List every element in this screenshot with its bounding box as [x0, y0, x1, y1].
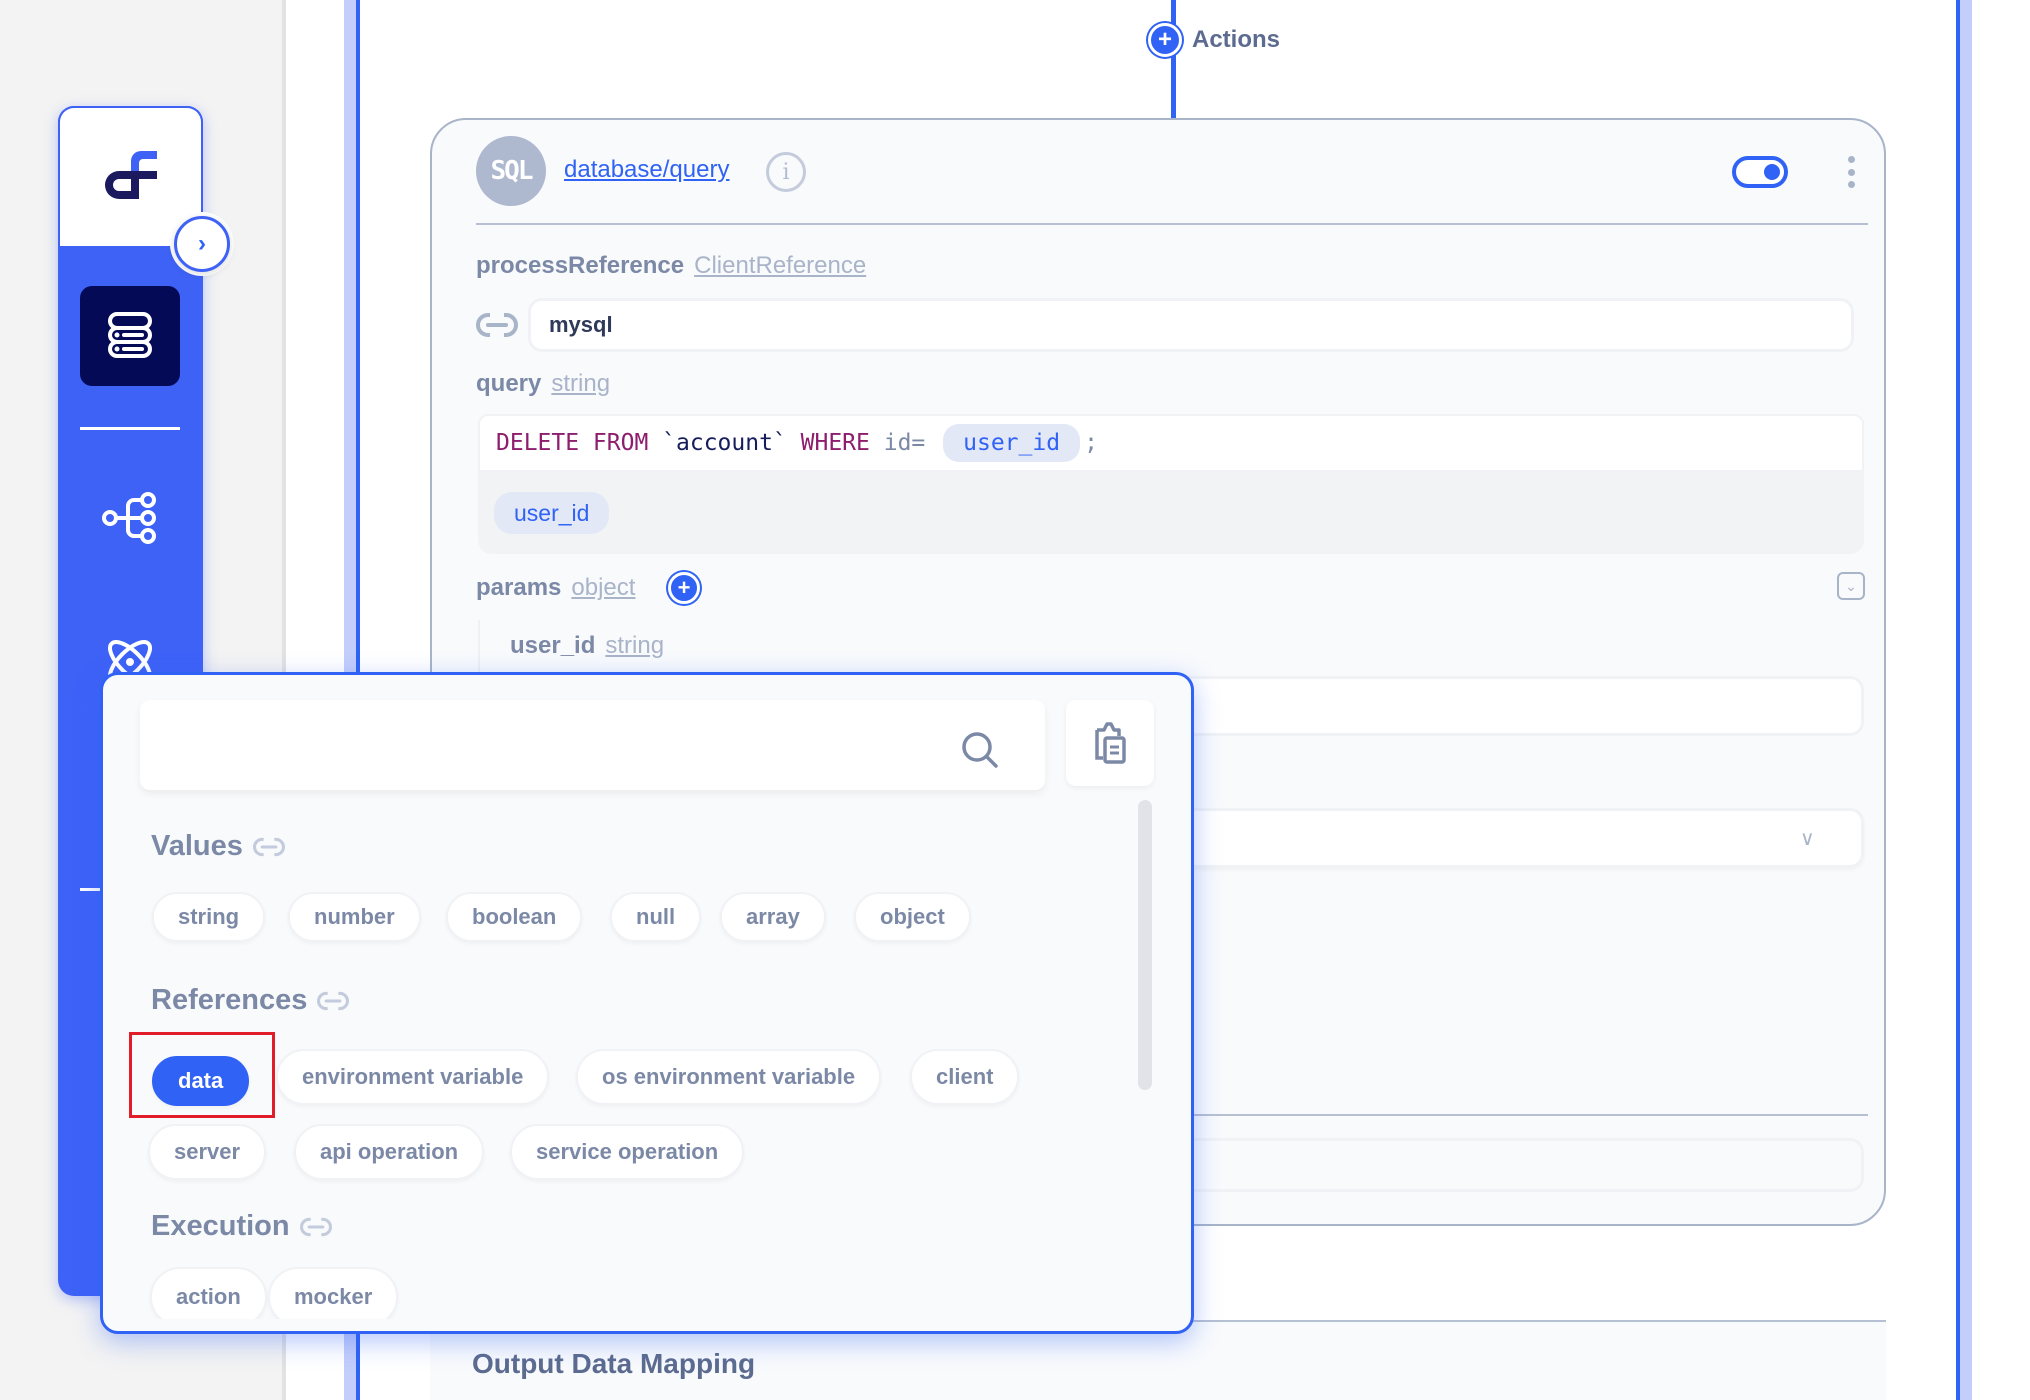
- picker-scrollbar[interactable]: [1138, 800, 1152, 1090]
- chip-action[interactable]: action: [150, 1267, 267, 1319]
- actions-label: Actions: [1192, 26, 1281, 53]
- field-type-link[interactable]: string: [551, 370, 610, 398]
- code-token: ;: [1084, 430, 1098, 456]
- process-reference-input[interactable]: mysql: [528, 298, 1854, 352]
- code-token: `account`: [662, 430, 787, 456]
- chip-environment-variable[interactable]: environment variable: [276, 1049, 550, 1105]
- user-id-label-row: user_id string: [510, 632, 664, 660]
- canvas-rail-right: [1960, 0, 1972, 1400]
- variable-token-chip[interactable]: user_id: [943, 424, 1081, 462]
- sql-badge-icon: SQL: [476, 136, 546, 206]
- link-icon: [317, 990, 350, 1011]
- code-token: id=: [883, 430, 940, 456]
- link-icon: [299, 1216, 332, 1237]
- query-label-row: query string: [476, 370, 610, 398]
- chip-number[interactable]: number: [288, 892, 421, 942]
- info-icon[interactable]: i: [766, 152, 806, 192]
- process-reference-label-row: processReference ClientReference: [476, 252, 866, 280]
- flow-tree-icon: [102, 492, 156, 544]
- chip-mocker[interactable]: mocker: [268, 1267, 399, 1319]
- collapse-chevron-icon[interactable]: ⌄: [1837, 572, 1865, 600]
- toggle-knob: [1764, 164, 1780, 180]
- app-logo-icon: [104, 151, 157, 199]
- chip-null[interactable]: null: [610, 892, 702, 942]
- chip-service-operation[interactable]: service operation: [510, 1124, 745, 1180]
- field-type-link[interactable]: string: [605, 632, 664, 660]
- add-action-button[interactable]: + Actions: [1148, 22, 1280, 58]
- expand-sidebar-button[interactable]: ›: [174, 216, 230, 272]
- chip-server[interactable]: server: [148, 1124, 267, 1180]
- execution-chips-clip: action mocker: [100, 1260, 1194, 1319]
- params-label-row: params object: [476, 574, 635, 602]
- query-variable-tray: [478, 472, 1864, 554]
- chip-array[interactable]: array: [720, 892, 826, 942]
- chip-client[interactable]: client: [910, 1049, 1020, 1105]
- right-margin: [1972, 0, 2030, 1400]
- database-icon: [108, 312, 152, 358]
- paste-button[interactable]: [1066, 700, 1154, 786]
- link-icon[interactable]: [476, 312, 518, 338]
- chip-boolean[interactable]: boolean: [446, 892, 583, 942]
- more-options-icon[interactable]: [1846, 156, 1856, 188]
- card-header-divider: [476, 223, 1868, 225]
- flow-connector-line: [1171, 0, 1176, 120]
- chip-string[interactable]: string: [152, 892, 266, 942]
- search-icon[interactable]: [960, 730, 1000, 770]
- field-label: query: [476, 370, 542, 397]
- plus-icon: +: [1148, 23, 1182, 57]
- variable-suggestion-chip[interactable]: user_id: [494, 492, 610, 534]
- action-title-link[interactable]: database/query: [564, 156, 729, 184]
- field-label: params: [476, 574, 562, 601]
- section-title-values: Values: [151, 830, 285, 863]
- section-title-label: Execution: [151, 1210, 290, 1242]
- chip-api-operation[interactable]: api operation: [294, 1124, 485, 1180]
- field-label: user_id: [510, 632, 596, 659]
- sidebar-separator: [80, 888, 100, 891]
- code-token: WHERE: [786, 430, 884, 456]
- sidebar-item-database[interactable]: [80, 286, 180, 386]
- sidebar-item-flows[interactable]: [100, 488, 160, 548]
- field-type-link[interactable]: object: [571, 574, 635, 602]
- clipboard-icon: [1095, 722, 1126, 764]
- add-param-button[interactable]: +: [668, 572, 700, 604]
- field-type-link[interactable]: ClientReference: [694, 252, 866, 280]
- query-code-editor[interactable]: DELETE FROM `account` WHERE id= user_id;: [478, 414, 1864, 472]
- action-enabled-toggle[interactable]: [1732, 156, 1788, 188]
- code-token: DELETE FROM: [496, 430, 663, 456]
- section-title-label: Values: [151, 830, 243, 862]
- picker-search-field[interactable]: [140, 700, 1045, 790]
- section-title-label: References: [151, 984, 308, 1016]
- sidebar-separator: [80, 427, 180, 430]
- chevron-down-icon: ∨: [1800, 828, 1815, 850]
- chip-os-environment-variable[interactable]: os environment variable: [576, 1049, 882, 1105]
- highlight-annotation-box: [129, 1032, 275, 1118]
- section-title-execution: Execution: [151, 1210, 332, 1243]
- output-data-mapping-title: Output Data Mapping: [472, 1348, 756, 1379]
- chip-object[interactable]: object: [854, 892, 971, 942]
- link-icon: [252, 836, 285, 857]
- picker-search-input[interactable]: [140, 700, 1045, 790]
- section-title-references: References: [151, 984, 350, 1017]
- field-label: processReference: [476, 252, 685, 279]
